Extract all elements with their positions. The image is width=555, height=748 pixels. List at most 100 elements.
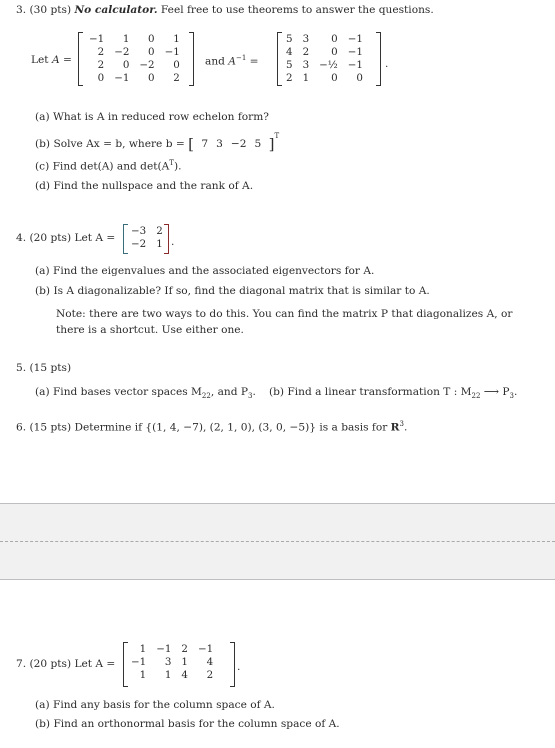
matrix-entry: −1: [114, 72, 130, 84]
matrix-entry: 2: [97, 46, 105, 58]
matrix-entry: 0: [173, 59, 180, 71]
matrix-entry: −1: [347, 59, 363, 71]
matrix-entry: 4: [286, 46, 293, 58]
matrix-row: −1 1 0 1: [84, 33, 185, 46]
part-text: .: [252, 386, 256, 398]
problem-3-part-b: (b) Solve Ax = b, where b = [ 7 3 −2 5 ]T: [35, 132, 279, 153]
left-bracket: [277, 32, 282, 86]
right-bracket: [189, 32, 194, 86]
vector-entry: −2: [230, 138, 247, 150]
part-tail: ).: [173, 160, 182, 173]
let-a-label: Let A =: [74, 232, 116, 244]
matrix-entry: −1: [347, 33, 363, 45]
arrow-icon: ⟶: [483, 386, 499, 398]
vector-b-entries: 7 3 −2 5: [197, 138, 265, 150]
matrix-entry: 1: [173, 33, 180, 45]
matrix-grid: 1 −1 2 −1 −1 3 1 4 1 1 4 2: [126, 643, 218, 682]
part-label: (d): [35, 180, 51, 192]
vector-entry: 5: [254, 138, 262, 150]
right-bracket: [376, 32, 381, 86]
matrix-entry: 1: [302, 72, 310, 84]
problem-4-note-line-1: Note: there are two ways to do this. You…: [56, 308, 513, 320]
matrix-row: −3 2: [126, 225, 168, 238]
matrix-row: −1 3 1 4: [126, 656, 218, 669]
problem-points: (30 pts): [29, 4, 72, 16]
page-break-dashed-line: [0, 541, 555, 542]
part-text: .: [513, 386, 518, 398]
matrix-entry: 0: [122, 59, 130, 71]
period: .: [385, 58, 389, 70]
problem-points: (20 pts): [29, 232, 72, 244]
matrix-entry: −½: [319, 59, 338, 71]
equals-sign: =: [62, 54, 72, 66]
matrix-entry: 2: [302, 46, 310, 58]
part-text: Is A diagonalizable? If so, find the dia…: [53, 285, 430, 297]
matrix-entry: 2: [97, 59, 105, 71]
matrix-entry: 3: [164, 656, 172, 668]
matrix-a-problem-3: −1 1 0 1 2 −2 0 −1 2 0 −2 0 0 −1 0 2: [78, 32, 194, 86]
part-label: (b): [35, 138, 51, 150]
matrix-entry: 0: [356, 72, 363, 84]
part-text: (a) Find bases vector spaces M: [35, 386, 202, 398]
matrix-a-problem-4: −3 2 −2 1: [123, 224, 169, 254]
problem-4-part-b: (b) Is A diagonalizable? If so, find the…: [35, 285, 430, 297]
problem-4-header: 4. (20 pts) Let A =: [16, 232, 115, 244]
part-text: Find any basis for the column space of A…: [52, 699, 275, 711]
matrix-row: 1142: [126, 669, 218, 682]
vector-entry: 3: [216, 138, 223, 150]
part-label: (b): [35, 718, 51, 730]
problem-number: 4.: [16, 232, 27, 244]
matrix-entry: −2: [114, 46, 130, 58]
problem-4-note-line-2: there is a shortcut. Use either one.: [56, 324, 244, 336]
let-a-label: Let A =: [31, 54, 72, 66]
matrix-entry: −1: [347, 46, 363, 58]
matrix-grid: 5 3 0 −1 4 2 0 −1 5 3 −½ −1 2 1 0 0: [281, 33, 368, 85]
matrix-entry: 0: [331, 46, 338, 58]
inverse-name: A: [228, 55, 236, 68]
left-bracket: [123, 224, 128, 254]
problem-number: 5.: [16, 362, 27, 374]
matrix-a-inverse: 5 3 0 −1 4 2 0 −1 5 3 −½ −1 2 1 0 0: [277, 32, 381, 86]
matrix-entry: 1: [139, 669, 147, 681]
matrix-entry: 5: [286, 33, 293, 45]
right-bracket: [230, 642, 235, 687]
problem-number: 6.: [16, 421, 27, 434]
matrix-entry: −1: [197, 643, 214, 655]
inverse-superscript: −1: [235, 54, 247, 62]
matrix-entry: 5: [286, 59, 293, 71]
matrix-grid: −1 1 0 1 2 −2 0 −1 2 0 −2 0 0 −1 0 2: [84, 33, 185, 85]
matrix-entry: 0: [97, 72, 105, 84]
problem-7-part-a: (a) Find any basis for the column space …: [35, 699, 275, 711]
part-text: What is A in reduced row echelon form?: [52, 111, 269, 123]
matrix-entry: −1: [156, 643, 172, 655]
problem-3-part-a: (a) What is A in reduced row echelon for…: [35, 111, 269, 123]
part-text: (b) Find a linear transformation T : M: [269, 386, 472, 398]
part-label: (a): [35, 265, 50, 277]
part-text: Find the eigenvalues and the associated …: [52, 265, 375, 277]
matrix-entry: 2: [173, 72, 180, 84]
problem-4-part-a: (a) Find the eigenvalues and the associa…: [35, 265, 374, 277]
matrix-entry: −1: [89, 33, 105, 45]
problem-5-part-b: (b) Find a linear transformation T : M22…: [269, 386, 517, 400]
problem-text: Determine if {(1, 4, −7), (2, 1, 0), (3,…: [74, 421, 391, 434]
matrix-entry: 2: [181, 643, 188, 655]
problem-7-part-b: (b) Find an orthonormal basis for the co…: [35, 718, 340, 730]
matrix-entry: 4: [181, 669, 188, 681]
problem-points: (15 pts): [29, 421, 72, 434]
matrix-entry: 4: [206, 656, 214, 668]
problem-6: 6. (15 pts) Determine if {(1, 4, −7), (2…: [16, 420, 407, 434]
problem-number: 7.: [16, 658, 27, 670]
problem-points: (15 pts): [29, 362, 72, 374]
problem-3-part-d: (d) Find the nullspace and the rank of A…: [35, 180, 253, 192]
part-label: (c): [35, 160, 50, 173]
matrix-row: 5 3 −½ −1: [281, 59, 368, 72]
matrix-name: A: [51, 54, 60, 66]
part-text: Find the nullspace and the rank of A.: [53, 180, 254, 192]
part-text: Find det(A) and det(A: [52, 160, 170, 173]
matrix-row: 2 −2 0 −1: [84, 46, 185, 59]
part-label: (a): [35, 699, 50, 711]
problem-number: 3.: [16, 4, 27, 16]
matrix-entry: 3: [302, 33, 310, 45]
matrix-row: 4 2 0 −1: [281, 46, 368, 59]
period: .: [171, 236, 175, 248]
